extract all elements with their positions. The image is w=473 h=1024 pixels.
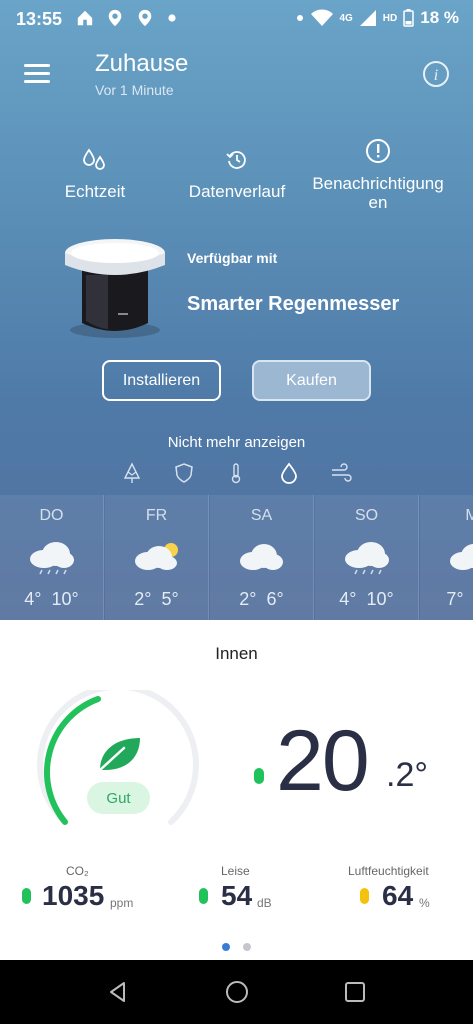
top-section: 13:55 4G HD 18 % Zuhause Vor 1 Minute i … — [0, 0, 473, 620]
signal-icon — [359, 10, 376, 26]
page-indicator[interactable] — [243, 943, 251, 951]
leaf-icon — [98, 738, 140, 772]
forecast-day[interactable]: SO 4° 10° — [315, 495, 419, 620]
tab-label: Echtzeit — [64, 182, 126, 201]
last-update: Vor 1 Minute — [95, 82, 174, 98]
forecast-temps: 4° 10° — [24, 589, 79, 609]
back-icon[interactable] — [106, 980, 130, 1004]
rain-gauge-image — [65, 239, 165, 338]
buy-button[interactable]: Kaufen — [252, 360, 371, 401]
forecast-day[interactable]: M 7° — [420, 495, 473, 620]
tab-label: Datenverlauf — [188, 182, 286, 201]
network-type: 4G — [339, 12, 353, 24]
forecast-day-name: FR — [145, 507, 168, 524]
svg-text:i: i — [434, 67, 438, 84]
metric-unit: % — [419, 896, 430, 910]
rain-cloud-icon — [345, 542, 389, 575]
hd-label: HD — [382, 12, 398, 24]
thermometer-icon[interactable] — [225, 462, 247, 484]
page-indicator-active[interactable] — [222, 943, 230, 951]
metric-label: Luftfeuchtigkeit — [348, 864, 429, 878]
indoor-heading: Innen — [215, 644, 258, 663]
forecast-temps: 4° 10° — [339, 589, 394, 609]
forecast-day[interactable]: DO 4° 10° — [0, 495, 104, 620]
forecast-day-name: SO — [354, 507, 379, 524]
forecast-temps: 2° 6° — [239, 589, 284, 609]
home-icon — [77, 10, 93, 26]
status-bar: 13:55 4G HD 18 % — [0, 0, 473, 38]
metric-unit: dB — [257, 896, 272, 910]
forecast-day-name: SA — [250, 507, 273, 524]
rain-cloud-icon — [30, 542, 74, 575]
tab-benachrichtigungen[interactable]: Benachrichtigungen — [312, 138, 444, 212]
metric-label: Leise — [221, 864, 250, 878]
dot-icon — [297, 15, 304, 21]
temperature-integer: 20 — [276, 713, 370, 809]
wifi-icon — [311, 9, 334, 26]
location-icon-2 — [138, 9, 152, 27]
recents-icon[interactable] — [343, 980, 367, 1004]
cloud-icon — [240, 544, 283, 570]
tree-icon[interactable] — [121, 462, 143, 484]
partly-sunny-icon — [135, 543, 178, 570]
page-title: Zuhause — [95, 50, 189, 77]
drops-icon — [83, 148, 105, 170]
metric-indicator — [199, 888, 208, 904]
metric-value: 1035 — [42, 880, 105, 911]
dismiss-link[interactable]: Nicht mehr anzeigen — [0, 434, 473, 451]
forecast-temps: 7° — [446, 589, 464, 609]
history-icon — [226, 151, 246, 169]
temperature-decimal: .2° — [386, 756, 428, 794]
metric-indicator — [22, 888, 31, 904]
forecast-day[interactable]: SA 2° 6° — [210, 495, 314, 620]
info-icon[interactable]: i — [422, 60, 450, 88]
promo-available: Verfügbar mit — [187, 250, 278, 266]
forecast-day[interactable]: FR 2° 5° — [105, 495, 209, 620]
temperature-indicator — [254, 768, 264, 784]
battery-level: 18 % — [420, 8, 459, 27]
tab-label: Benachrichtigungen — [312, 174, 444, 212]
metric-value: 54 — [221, 880, 253, 911]
battery-icon — [403, 9, 414, 27]
forecast-temps: 2° 5° — [134, 589, 179, 609]
tab-echtzeit[interactable]: Echtzeit — [50, 148, 140, 201]
notification-dot-icon — [168, 14, 176, 22]
alert-icon — [366, 139, 390, 163]
promo-product-name: Smarter Regenmesser — [187, 293, 400, 315]
wind-icon[interactable] — [330, 462, 352, 484]
cloud-icon — [450, 544, 473, 570]
system-nav-bar — [0, 960, 473, 1024]
metric-unit: ppm — [110, 896, 134, 910]
forecast-day-name: M — [465, 507, 473, 524]
metric-label: CO₂ — [66, 864, 89, 878]
metric-value: 64 — [382, 880, 414, 911]
status-time: 13:55 — [16, 9, 63, 29]
install-button[interactable]: Installieren — [102, 360, 221, 401]
indoor-panel[interactable]: Innen Gut 20 .2° CO₂ 1035 ppm Leise 54 d… — [0, 620, 473, 960]
tab-datenverlauf[interactable]: Datenverlauf — [180, 148, 294, 201]
forecast-strip[interactable]: DO 4° 10° FR 2° 5° SA 2° 6° SO 4° 10° M … — [0, 495, 473, 620]
module-icons-row — [0, 462, 473, 484]
location-icon — [108, 9, 122, 27]
air-quality-badge: Gut — [87, 782, 150, 814]
home-button-icon[interactable] — [225, 980, 249, 1004]
menu-icon[interactable] — [24, 64, 50, 86]
metric-indicator — [360, 888, 369, 904]
forecast-day-name: DO — [39, 507, 64, 524]
drop-icon[interactable] — [278, 462, 300, 484]
shield-icon[interactable] — [173, 462, 195, 484]
